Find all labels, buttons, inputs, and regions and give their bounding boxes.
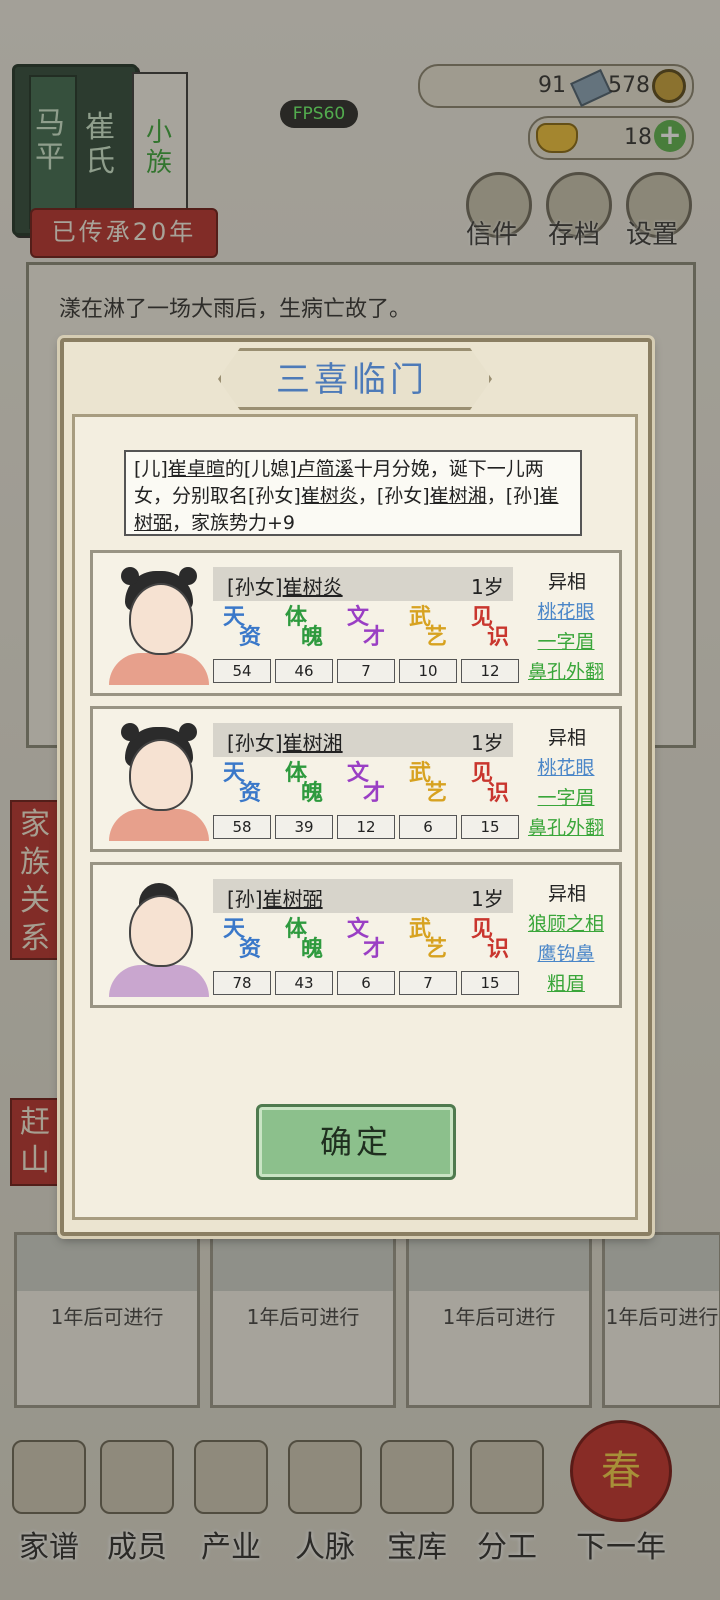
avatar-face [129,895,193,967]
stat-physique-label: 体魄 [285,916,323,962]
stat-martial-label: 武艺 [409,916,447,962]
trait-link[interactable]: 一字眉 [519,783,613,810]
stat-talent: 天资 54 [213,604,271,683]
stat-insight-label: 见识 [471,760,509,806]
stat-insight-label: 见识 [471,604,509,650]
avatar-clothes [109,809,209,841]
stat-literary: 文才 7 [337,604,395,683]
msg-name-link[interactable]: 卢简溪 [297,458,354,480]
child-name[interactable]: [孙女]崔树炎 [227,571,343,600]
msg-text: ，[孙] [486,485,540,507]
trait-link[interactable]: 桃花眼 [519,753,613,780]
trait-link[interactable]: 粗眉 [519,969,613,996]
stat-physique-value: 39 [275,815,333,839]
stat-literary-label: 文才 [347,760,385,806]
trait-link[interactable]: 桃花眼 [519,597,613,624]
stat-insight-value: 15 [461,971,519,995]
stat-martial: 武艺 7 [399,916,457,995]
stat-talent-label: 天资 [223,916,261,962]
child-age: 1岁 [471,731,504,755]
stat-literary-label: 文才 [347,916,385,962]
msg-name-link[interactable]: 崔树湘 [430,485,487,507]
stat-insight-label: 见识 [471,916,509,962]
stat-talent-label: 天资 [223,604,261,650]
child-name-link[interactable]: 崔树弼 [263,887,323,911]
child-avatar [109,567,209,685]
child-name-link[interactable]: 崔树炎 [283,575,343,599]
child-relation: [孙女] [227,575,283,599]
msg-text: ，[孙女] [357,485,430,507]
child-card: [孙]崔树弼 1岁 天资 78 体魄 43 文才 6 武艺 7 见识 15 异相… [90,862,622,1008]
traits-heading: 异相 [547,571,586,593]
trait-link[interactable]: 狼顾之相 [519,909,613,936]
traits-heading: 异相 [547,883,586,905]
avatar-face [129,739,193,811]
avatar-hair-bun [121,723,139,741]
birth-message: [儿]崔卓暄的[儿媳]卢简溪十月分娩，诞下一儿两女，分别取名[孙女]崔树炎，[孙… [124,450,582,536]
msg-text: ，家族势力+9 [172,512,296,534]
stat-martial-label: 武艺 [409,760,447,806]
stat-physique: 体魄 46 [275,604,333,683]
child-card: [孙女]崔树湘 1岁 天资 58 体魄 39 文才 12 武艺 6 见识 15 … [90,706,622,852]
child-avatar [109,723,209,841]
child-relation: [孙女] [227,731,283,755]
stat-martial-value: 6 [399,815,457,839]
stat-physique-value: 46 [275,659,333,683]
child-age: 1岁 [471,575,504,599]
stat-literary-value: 7 [337,659,395,683]
stat-literary: 文才 6 [337,916,395,995]
child-name[interactable]: [孙]崔树弼 [227,883,323,912]
stat-insight: 见识 15 [461,916,519,995]
stat-talent: 天资 58 [213,760,271,839]
stat-physique-label: 体魄 [285,604,323,650]
stat-insight-value: 15 [461,815,519,839]
child-age: 1岁 [471,887,504,911]
stat-insight: 见识 12 [461,604,519,683]
child-name[interactable]: [孙女]崔树湘 [227,727,343,756]
stat-talent-value: 54 [213,659,271,683]
stat-martial-value: 10 [399,659,457,683]
stat-insight-value: 12 [461,659,519,683]
msg-name-link[interactable]: 崔树炎 [301,485,358,507]
avatar-hair-bun [179,723,197,741]
dialog-title: 三喜临门 [276,360,428,400]
stat-talent-label: 天资 [223,760,261,806]
stat-talent-value: 78 [213,971,271,995]
stat-martial: 武艺 10 [399,604,457,683]
stat-literary-label: 文才 [347,604,385,650]
trait-link[interactable]: 鼻孔外翻 [519,657,613,684]
avatar-hair-bun [179,567,197,585]
stat-physique: 体魄 39 [275,760,333,839]
stat-physique-label: 体魄 [285,760,323,806]
stat-literary-value: 6 [337,971,395,995]
trait-link[interactable]: 鹰钩鼻 [519,939,613,966]
stat-martial-label: 武艺 [409,604,447,650]
child-name-link[interactable]: 崔树湘 [283,731,343,755]
msg-text: 的[儿媳] [224,458,297,480]
msg-name-link[interactable]: 崔卓暄 [168,458,225,480]
traits-heading: 异相 [547,727,586,749]
avatar-face [129,583,193,655]
msg-text: [儿] [134,458,168,480]
stat-literary-value: 12 [337,815,395,839]
stat-physique-value: 43 [275,971,333,995]
stat-martial: 武艺 6 [399,760,457,839]
stat-talent-value: 58 [213,815,271,839]
stat-literary: 文才 12 [337,760,395,839]
child-relation: [孙] [227,887,263,911]
avatar-hair-bun [121,567,139,585]
avatar-clothes [109,965,209,997]
trait-link[interactable]: 一字眉 [519,627,613,654]
trait-link[interactable]: 鼻孔外翻 [519,813,613,840]
stat-physique: 体魄 43 [275,916,333,995]
stat-talent: 天资 78 [213,916,271,995]
stat-insight: 见识 15 [461,760,519,839]
confirm-button[interactable]: 确定 [256,1104,456,1180]
child-card: [孙女]崔树炎 1岁 天资 54 体魄 46 文才 7 武艺 10 见识 12 … [90,550,622,696]
child-avatar [109,879,209,997]
stat-martial-value: 7 [399,971,457,995]
avatar-clothes [109,653,209,685]
